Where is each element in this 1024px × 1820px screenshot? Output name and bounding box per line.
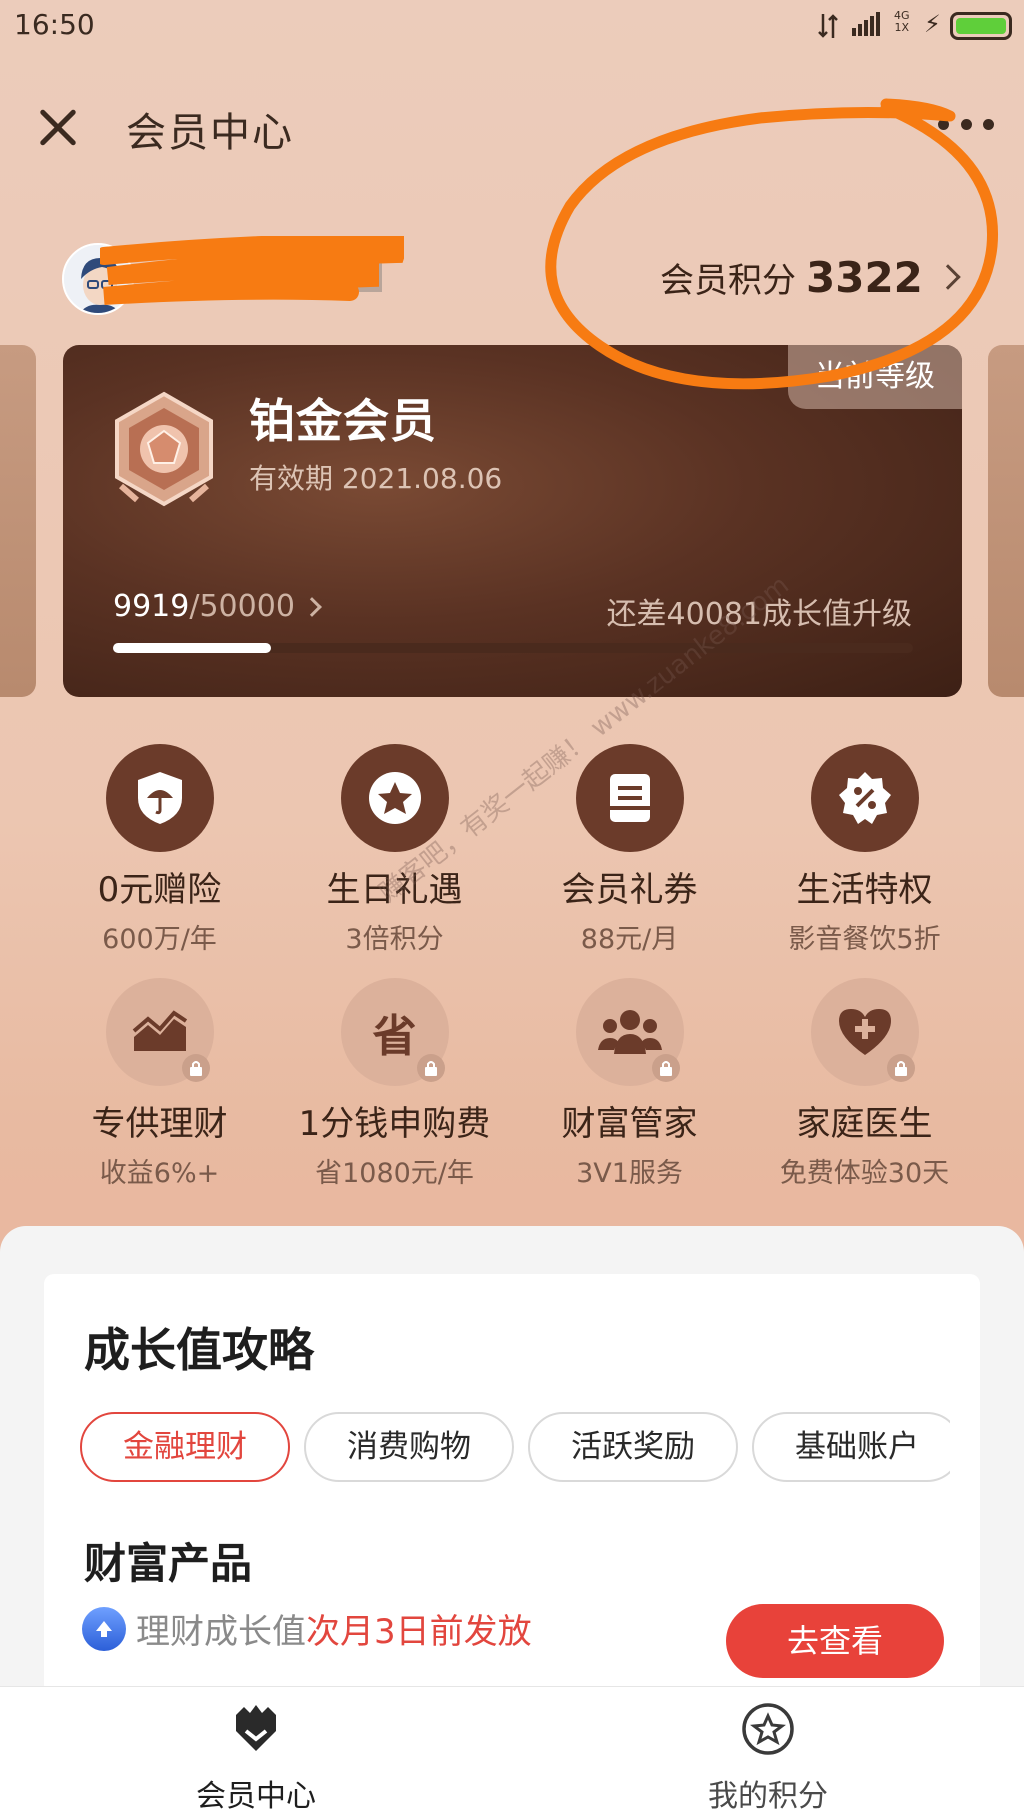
perk-sub: 3V1服务 bbox=[576, 1158, 683, 1189]
page-title: 会员中心 bbox=[126, 110, 294, 156]
level-card[interactable]: 当前等级 铂金会员 有效期 2021.08.06 9919/50000 还差40… bbox=[63, 345, 962, 697]
tab-shopping[interactable]: 消费购物 bbox=[304, 1412, 514, 1482]
tab-activity[interactable]: 活跃奖励 bbox=[528, 1412, 738, 1482]
data-transfer-icon bbox=[818, 14, 838, 38]
lock-icon bbox=[416, 1054, 445, 1082]
umbrella-shield-icon bbox=[105, 744, 214, 852]
star-icon bbox=[340, 744, 449, 852]
view-button[interactable]: 去查看 bbox=[726, 1604, 944, 1678]
points-value: 3322 bbox=[806, 252, 923, 302]
trend-chart-icon bbox=[105, 978, 214, 1086]
growth-progress-fill bbox=[113, 643, 272, 653]
upgrade-hint: 还差40081成长值升级 bbox=[606, 597, 912, 632]
bottom-tab-bar: 会员中心 我的积分 bbox=[0, 1686, 1024, 1820]
perk-sub: 88元/月 bbox=[580, 924, 679, 955]
product-desc-plain: 理财成长值 bbox=[136, 1612, 306, 1652]
product-desc-highlight: 次月3日前发放 bbox=[306, 1612, 532, 1652]
perk-sub: 免费体验30天 bbox=[779, 1158, 950, 1189]
growth-separator: / bbox=[189, 589, 200, 624]
product-description: 理财成长值 次月3日前发放 bbox=[82, 1604, 532, 1653]
perk-name: 生活特权 bbox=[796, 870, 933, 910]
next-level-card[interactable] bbox=[988, 345, 1024, 697]
level-name: 铂金会员 bbox=[249, 394, 437, 448]
signal-icon bbox=[852, 12, 882, 36]
perk-sub: 影音餐饮5折 bbox=[788, 924, 941, 955]
perk-free-insurance[interactable]: 0元赠险 600万/年 bbox=[42, 744, 277, 956]
tab-finance[interactable]: 金融理财 bbox=[80, 1412, 290, 1482]
network-type: 4G 1X bbox=[894, 9, 910, 34]
lock-icon bbox=[651, 1054, 680, 1082]
section-title: 成长值攻略 bbox=[84, 1323, 314, 1377]
coupon-icon bbox=[575, 744, 684, 852]
previous-level-card[interactable] bbox=[0, 345, 36, 697]
tab-member-center[interactable]: 会员中心 bbox=[106, 1701, 406, 1815]
perk-low-fee[interactable]: 省 1分钱申购费 省1080元/年 bbox=[277, 978, 512, 1190]
perk-exclusive-wealth[interactable]: 专供理财 收益6%+ bbox=[42, 978, 277, 1190]
tab-basic-account[interactable]: 基础账户 bbox=[752, 1412, 950, 1482]
validity-date: 有效期 2021.08.06 bbox=[249, 462, 503, 495]
upload-arrow-icon bbox=[82, 1606, 126, 1651]
perk-name: 家庭医生 bbox=[796, 1104, 933, 1144]
growth-total: 50000 bbox=[199, 589, 295, 624]
more-menu-button[interactable] bbox=[938, 114, 994, 134]
battery-icon bbox=[950, 12, 1012, 40]
charging-icon: ⚡ bbox=[924, 10, 941, 38]
perk-life-privilege[interactable]: 生活特权 影音餐饮5折 bbox=[747, 744, 982, 956]
perk-name: 0元赠险 bbox=[97, 870, 222, 910]
status-time: 16:50 bbox=[14, 8, 95, 41]
perk-wealth-advisor[interactable]: 财富管家 3V1服务 bbox=[512, 978, 747, 1190]
advisor-group-icon bbox=[575, 978, 684, 1086]
title-bar: 会员中心 bbox=[0, 86, 1024, 166]
chevron-right-icon bbox=[935, 264, 961, 290]
growth-progress-bar bbox=[113, 643, 913, 653]
close-icon[interactable] bbox=[30, 100, 86, 156]
tab-label: 我的积分 bbox=[708, 1779, 828, 1814]
heart-plus-icon bbox=[810, 978, 919, 1086]
perk-family-doctor[interactable]: 家庭医生 免费体验30天 bbox=[747, 978, 982, 1190]
save-char-glyph: 省 bbox=[372, 1011, 417, 1062]
perk-birthday[interactable]: 生日礼遇 3倍积分 bbox=[277, 744, 512, 956]
star-circle-icon bbox=[742, 1703, 794, 1755]
perk-coupon[interactable]: 会员礼券 88元/月 bbox=[512, 744, 747, 956]
save-char-icon: 省 bbox=[340, 978, 449, 1086]
lock-icon bbox=[886, 1054, 915, 1082]
perk-sub: 省1080元/年 bbox=[315, 1158, 474, 1189]
discount-badge-icon bbox=[810, 744, 919, 852]
category-tabs: 金融理财 消费购物 活跃奖励 基础账户 bbox=[80, 1412, 950, 1484]
perk-sub: 收益6%+ bbox=[99, 1158, 220, 1189]
chevron-right-icon bbox=[302, 596, 322, 617]
growth-value-link[interactable]: 9919/50000 bbox=[113, 589, 322, 624]
perk-sub: 3倍积分 bbox=[345, 924, 444, 955]
crown-shield-icon bbox=[236, 1705, 276, 1751]
growth-guide-panel: 成长值攻略 金融理财 消费购物 活跃奖励 基础账户 财富产品 理财成长值 次月3日前发放… bbox=[0, 1226, 1024, 1694]
perk-name: 专供理财 bbox=[91, 1104, 228, 1144]
lock-icon bbox=[181, 1054, 210, 1082]
perk-sub: 600万/年 bbox=[102, 924, 217, 955]
perk-name: 会员礼券 bbox=[561, 870, 698, 910]
redacted-username-scribble bbox=[100, 236, 404, 305]
perk-name: 生日礼遇 bbox=[326, 870, 463, 910]
status-bar: 16:50 4G 1X ⚡ bbox=[0, 0, 1024, 52]
member-points-link[interactable]: 会员积分 3322 bbox=[660, 252, 961, 302]
tab-label: 会员中心 bbox=[196, 1779, 316, 1814]
platinum-badge-icon bbox=[115, 391, 213, 507]
points-label: 会员积分 bbox=[660, 260, 796, 301]
tab-my-points[interactable]: 我的积分 bbox=[618, 1701, 918, 1815]
perk-name: 财富管家 bbox=[561, 1104, 698, 1144]
growth-guide-card: 成长值攻略 金融理财 消费购物 活跃奖励 基础账户 财富产品 理财成长值 次月3日前发放… bbox=[44, 1274, 980, 1694]
product-title: 财富产品 bbox=[84, 1539, 253, 1588]
perk-name: 1分钱申购费 bbox=[298, 1104, 491, 1144]
growth-current: 9919 bbox=[113, 589, 190, 624]
current-level-tag: 当前等级 bbox=[788, 345, 962, 409]
